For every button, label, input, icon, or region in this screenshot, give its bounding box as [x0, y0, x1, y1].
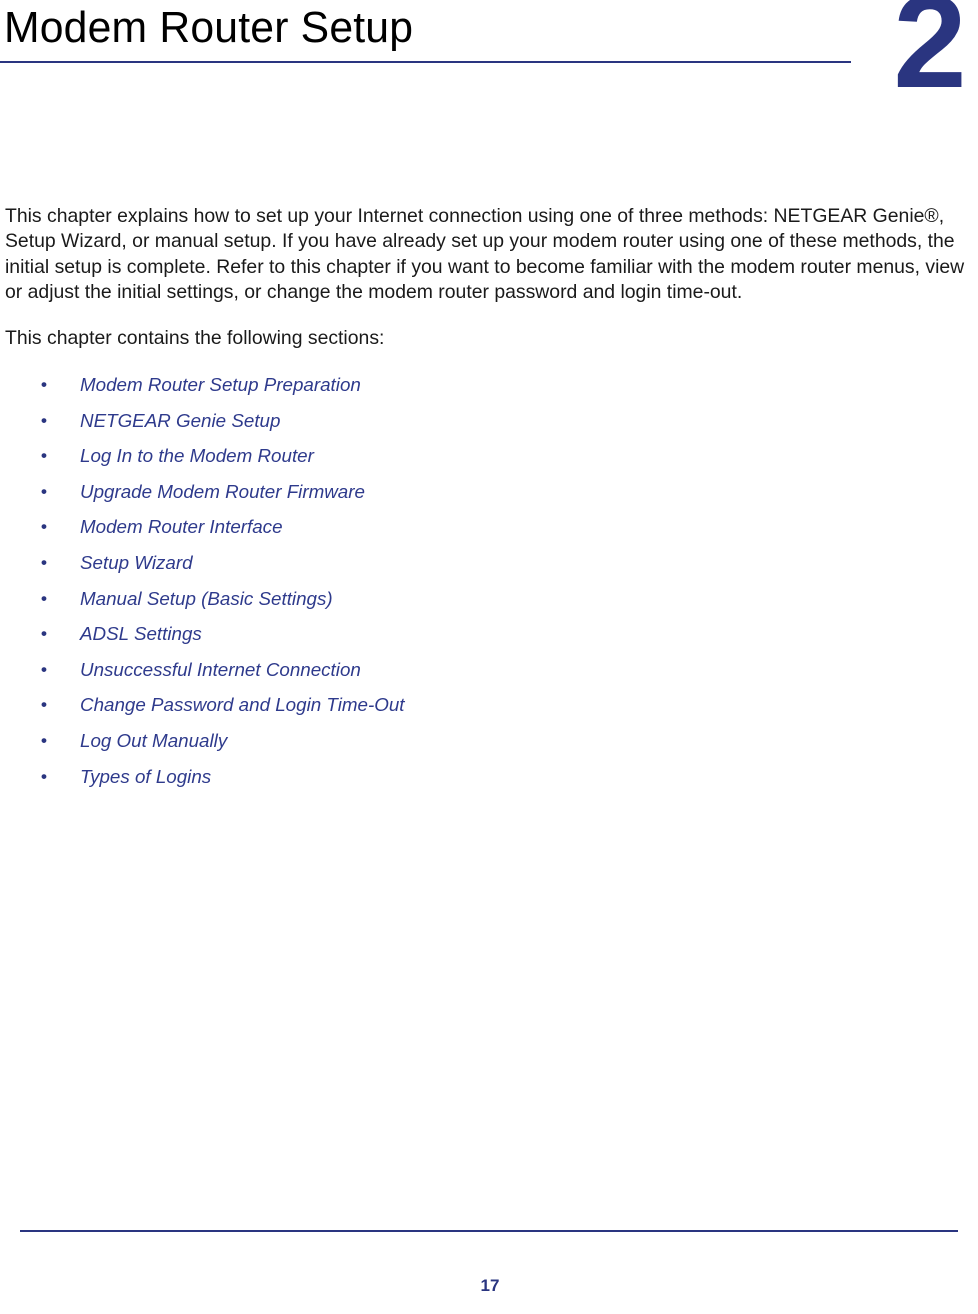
section-link-manual-setup-basic-settings[interactable]: Manual Setup (Basic Settings): [80, 581, 333, 617]
list-item: • Manual Setup (Basic Settings): [0, 581, 978, 617]
list-item: • Setup Wizard: [0, 545, 978, 581]
page-title: Modem Router Setup: [4, 3, 414, 52]
bullet-icon: •: [41, 624, 47, 644]
chapter-number: 2: [893, 0, 966, 115]
section-link-netgear-genie-setup[interactable]: NETGEAR Genie Setup: [80, 403, 280, 439]
page-footer: 17: [0, 1230, 978, 1314]
bullet-icon: •: [41, 517, 47, 537]
bullet-icon: •: [41, 481, 47, 501]
bullet-icon: •: [41, 553, 47, 572]
bullet-icon: •: [41, 766, 47, 786]
section-link-log-in-to-the-modem-router[interactable]: Log In to the Modem Router: [80, 438, 314, 474]
chapter-header: Modem Router Setup 2: [0, 0, 978, 110]
list-item: • Types of Logins: [0, 759, 978, 795]
list-item: • Unsuccessful Internet Connection: [0, 652, 978, 688]
section-link-unsuccessful-internet-connection[interactable]: Unsuccessful Internet Connection: [80, 652, 361, 688]
document-page: Modem Router Setup 2 This chapter explai…: [0, 0, 978, 1314]
section-link-change-password-and-login-time-out[interactable]: Change Password and Login Time-Out: [80, 687, 405, 723]
section-link-adsl-settings[interactable]: ADSL Settings: [80, 616, 202, 652]
title-divider-rule: [0, 61, 851, 63]
bullet-icon: •: [41, 446, 47, 466]
list-item: • Upgrade Modem Router Firmware: [0, 474, 978, 510]
bullet-icon: •: [41, 659, 47, 679]
bullet-icon: •: [41, 695, 47, 715]
chapter-body: This chapter explains how to set up your…: [0, 204, 978, 794]
section-link-upgrade-modem-router-firmware[interactable]: Upgrade Modem Router Firmware: [80, 474, 365, 510]
sections-lead-text: This chapter contains the following sect…: [5, 326, 385, 349]
list-item: • Modem Router Interface: [0, 509, 978, 545]
section-link-modem-router-interface[interactable]: Modem Router Interface: [80, 509, 283, 545]
bullet-icon: •: [41, 375, 47, 395]
intro-paragraph: This chapter explains how to set up your…: [5, 205, 965, 304]
list-item: • Log Out Manually: [0, 723, 978, 759]
list-item: • Log In to the Modem Router: [0, 438, 978, 474]
section-link-types-of-logins[interactable]: Types of Logins: [80, 759, 211, 795]
list-item: • Modem Router Setup Preparation: [0, 367, 978, 403]
section-link-modem-router-setup-preparation[interactable]: Modem Router Setup Preparation: [80, 367, 361, 403]
section-link-list: • Modem Router Setup Preparation • NETGE…: [0, 367, 978, 794]
list-item: • Change Password and Login Time-Out: [0, 687, 978, 723]
section-link-log-out-manually[interactable]: Log Out Manually: [80, 723, 227, 759]
list-item: • ADSL Settings: [0, 616, 978, 652]
section-link-setup-wizard[interactable]: Setup Wizard: [80, 545, 193, 581]
footer-divider-rule: [20, 1230, 958, 1232]
list-item: • NETGEAR Genie Setup: [0, 403, 978, 439]
page-number: 17: [480, 1276, 500, 1295]
bullet-icon: •: [41, 588, 47, 608]
bullet-icon: •: [41, 730, 47, 750]
bullet-icon: •: [41, 410, 47, 430]
